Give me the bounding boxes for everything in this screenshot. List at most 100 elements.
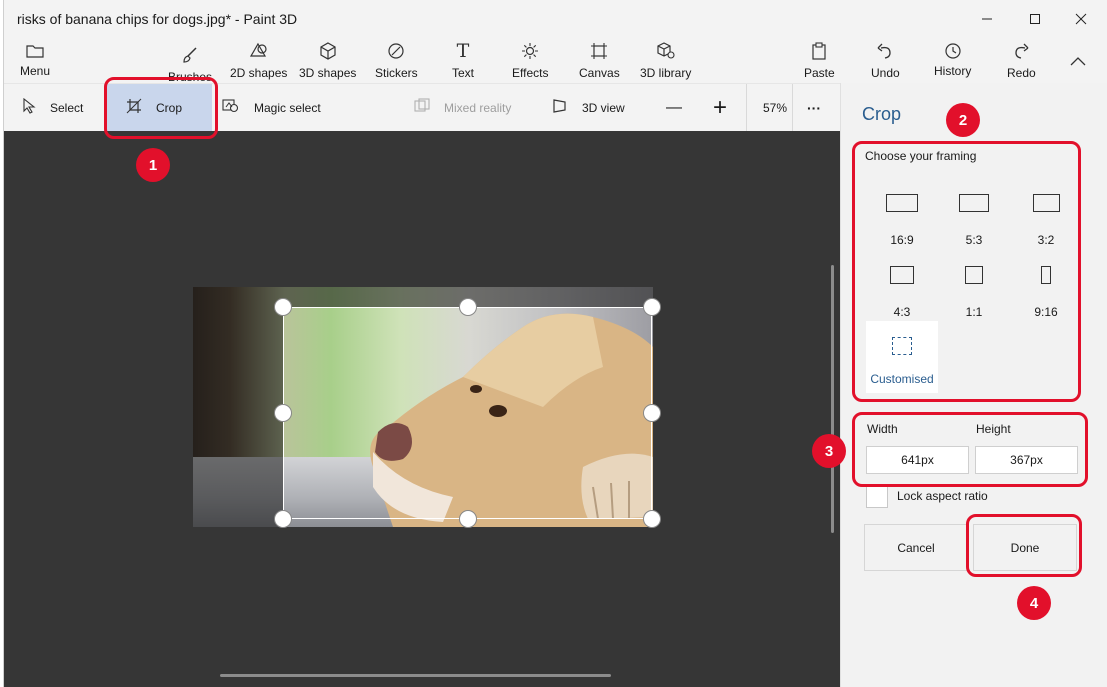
lock-aspect-checkbox[interactable] [866,486,888,508]
framing-label: 3:2 [1037,233,1055,247]
clipboard-icon [811,40,827,62]
frame-9-16-icon [1041,266,1051,284]
framing-9-16[interactable]: 9:16 [1016,263,1076,319]
crop-handle-left[interactable] [274,404,292,422]
crop-side-panel: Crop Choose your framing 16:9 5:3 3:2 4:… [840,83,1107,687]
effects-button[interactable]: Effects [512,38,548,83]
frame-1-1-icon [965,266,983,284]
shapes3d-button[interactable]: 3D shapes [299,38,356,83]
framing-5-3[interactable]: 5:3 [944,191,1004,247]
framing-customised[interactable]: Customised [866,321,938,393]
shapes2d-label: 2D shapes [230,66,288,80]
zoom-out-button[interactable]: — [666,84,682,132]
maximize-button[interactable] [1012,0,1058,38]
crop-handle-bottom[interactable] [459,510,477,528]
shapes3d-label: 3D shapes [299,66,357,80]
frame-3-2-icon [1032,194,1060,212]
shapes-2d-icon [249,40,269,62]
shapes2d-button[interactable]: 2D shapes [230,38,287,83]
horizontal-scrollbar[interactable] [220,674,611,677]
annotation-badge-2: 2 [946,103,980,137]
title-bar: risks of banana chips for dogs.jpg* - Pa… [4,0,1107,38]
done-label: Done [1010,540,1040,555]
paste-label: Paste [804,66,835,80]
tool-options-bar: Select Crop Magic select Mixed reality 3… [4,83,840,132]
plus-icon: + [713,94,728,121]
lock-aspect-label: Lock aspect ratio [897,489,988,503]
crop-handle-bottom-left[interactable] [274,510,292,528]
toolbar-divider [746,84,747,132]
brush-icon [181,44,199,66]
crop-handle-top-left[interactable] [274,298,292,316]
crop-icon [126,98,142,118]
framing-label: 9:16 [1034,305,1058,319]
annotation-badge-3: 3 [812,434,846,468]
menu-label: Menu [20,64,51,78]
text-button[interactable]: T Text [452,38,474,83]
crop-handle-top[interactable] [459,298,477,316]
height-field[interactable]: 367px [975,446,1078,474]
framing-label: 1:1 [965,305,983,319]
redo-label: Redo [1007,66,1036,80]
magic-select-label: Magic select [254,101,321,115]
history-button[interactable]: History [934,38,971,83]
undo-button[interactable]: Undo [871,38,900,83]
sun-icon [521,40,539,62]
stickers-button[interactable]: Stickers [375,38,418,83]
ribbon: Menu Brushes 2D shapes 3D shapes Sticker… [4,38,1107,84]
minimize-button[interactable] [964,0,1010,38]
redo-button[interactable]: Redo [1007,38,1036,83]
done-button[interactable]: Done [973,524,1077,571]
cube-icon [319,40,337,62]
more-options-button[interactable]: ··· [807,84,821,132]
crop-handle-bottom-right[interactable] [643,510,661,528]
crop-handle-top-right[interactable] [643,298,661,316]
library3d-label: 3D library [640,66,692,80]
paint3d-window: risks of banana chips for dogs.jpg* - Pa… [3,0,1107,687]
canvas-button[interactable]: Canvas [579,38,620,83]
framing-label: 16:9 [890,233,914,247]
library3d-button[interactable]: 3D library [640,38,691,83]
mixed-reality-label: Mixed reality [444,101,512,115]
framing-16-9[interactable]: 16:9 [872,191,932,247]
select-tool-button[interactable]: Select [22,84,83,132]
toolbar-divider [792,84,793,132]
cancel-label: Cancel [897,540,935,555]
framing-3-2[interactable]: 3:2 [1016,191,1076,247]
crop-handle-right[interactable] [643,404,661,422]
crop-selection-box[interactable] [283,307,652,519]
crop-label: Crop [156,101,183,115]
text-icon: T [456,40,470,62]
history-icon [944,40,962,62]
view3d-button[interactable]: 3D view [552,84,625,132]
cancel-button[interactable]: Cancel [864,524,968,571]
customised-label: Customised [870,372,934,386]
brushes-button[interactable]: Brushes [168,42,212,87]
menu-button[interactable]: Menu [20,38,50,83]
view-3d-icon [552,98,568,118]
framing-1-1[interactable]: 1:1 [944,263,1004,319]
crop-dimmed-left [193,287,283,527]
vertical-scrollbar[interactable] [831,265,834,533]
frame-16-9-icon [886,194,918,212]
width-field[interactable]: 641px [866,446,969,474]
close-button[interactable] [1058,0,1104,38]
framing-4-3[interactable]: 4:3 [872,263,932,319]
height-label: Height [976,422,1011,436]
zoom-level[interactable]: 57% [763,84,787,132]
annotation-badge-4: 4 [1017,586,1051,620]
window-title: risks of banana chips for dogs.jpg* - Pa… [17,11,298,27]
paste-button[interactable]: Paste [804,38,835,83]
view3d-label: 3D view [582,101,625,115]
brushes-label: Brushes [168,70,213,84]
effects-label: Effects [512,66,549,80]
magic-select-button[interactable]: Magic select [222,84,321,132]
custom-frame-icon [892,337,912,355]
zoom-in-button[interactable]: + [713,84,727,132]
crop-tool-button[interactable]: Crop [104,84,212,132]
canvas-icon [590,40,608,62]
mixed-reality-button[interactable]: Mixed reality [414,84,511,132]
stickers-label: Stickers [375,66,418,80]
library-3d-icon [656,40,676,62]
width-value: 641px [901,453,934,467]
